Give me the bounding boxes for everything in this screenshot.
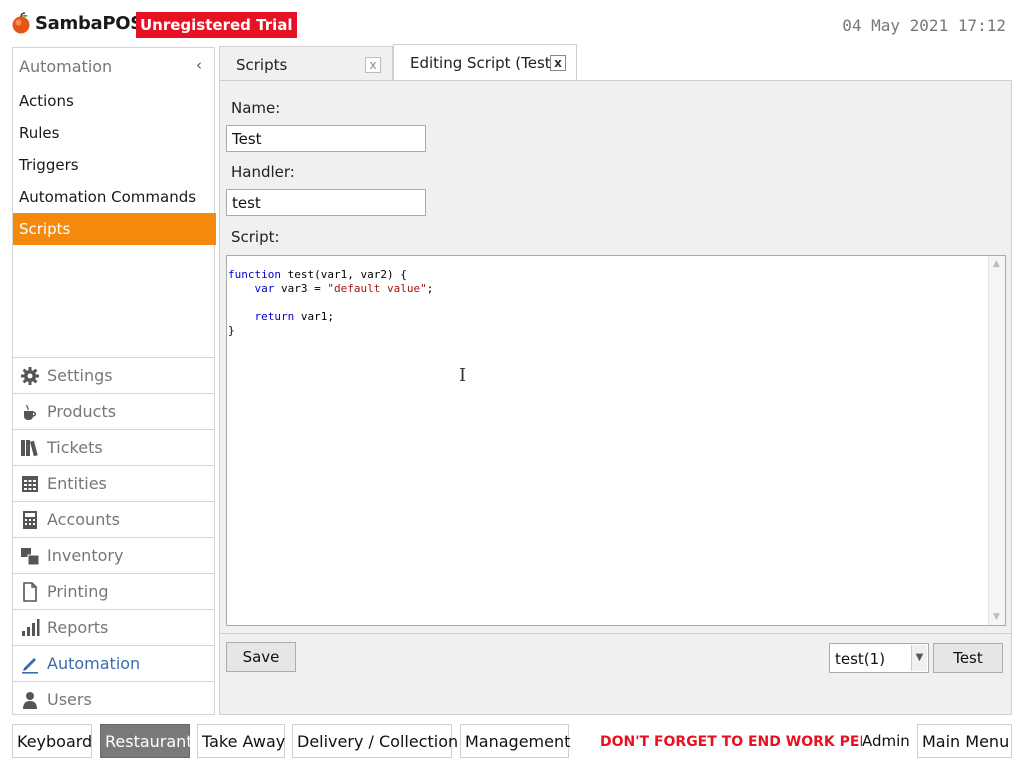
- module-products[interactable]: Products: [13, 393, 214, 429]
- test-handler-select[interactable]: test(1) ▼: [829, 643, 929, 673]
- module-settings[interactable]: Settings: [13, 357, 214, 393]
- module-label: Entities: [47, 474, 107, 493]
- sidebar: Automation ‹ Actions Rules Triggers Auto…: [12, 47, 216, 717]
- script-editor-panel: Name: Handler: Script: function test(var…: [219, 80, 1012, 715]
- bar-chart-icon: [22, 619, 40, 636]
- sidebar-header[interactable]: Automation ‹: [13, 48, 214, 84]
- script-code-editor[interactable]: function test(var1, var2) { var var3 = "…: [226, 255, 1006, 626]
- module-label: Settings: [47, 366, 113, 385]
- sidebar-item-scripts[interactable]: Scripts: [13, 213, 216, 245]
- module-reports[interactable]: Reports: [13, 609, 214, 645]
- samba-logo-icon: [12, 12, 30, 34]
- tab-label: Scripts: [236, 56, 288, 74]
- handler-label: Handler:: [231, 163, 295, 181]
- module-label: Accounts: [47, 510, 120, 529]
- restaurant-button[interactable]: Restaurant: [100, 724, 193, 758]
- code-text: var1;: [294, 310, 334, 323]
- chevron-down-icon[interactable]: ▼: [911, 645, 927, 671]
- code-keyword: var: [254, 282, 275, 295]
- calculator-icon: [23, 511, 37, 529]
- gear-icon: [21, 367, 39, 385]
- cup-icon: [24, 404, 36, 420]
- name-input[interactable]: [226, 125, 426, 152]
- sidebar-item-automation-commands[interactable]: Automation Commands: [13, 181, 216, 213]
- module-inventory[interactable]: Inventory: [13, 537, 214, 573]
- select-value: test(1): [835, 650, 886, 668]
- brand-name: SambaPOS: [35, 13, 143, 34]
- module-accounts[interactable]: Accounts: [13, 501, 214, 537]
- code-text: }: [228, 324, 235, 337]
- tab-label: Editing Script (Test): [410, 54, 557, 72]
- module-automation[interactable]: Automation: [13, 645, 214, 681]
- document-icon: [23, 582, 37, 602]
- script-label: Script:: [231, 228, 280, 246]
- module-label: Printing: [47, 582, 109, 601]
- pen-icon: [22, 658, 38, 674]
- table-icon: [22, 476, 38, 492]
- collapse-chevron-icon[interactable]: ‹: [196, 56, 202, 74]
- module-label: Tickets: [47, 438, 103, 457]
- code-text: ;: [426, 282, 434, 295]
- footer-bar: Keyboard Restaurant Take Away Delivery /…: [0, 722, 1024, 762]
- close-icon[interactable]: x: [365, 57, 381, 73]
- user-icon: [23, 692, 37, 709]
- main-menu-button[interactable]: Main Menu: [917, 724, 1012, 758]
- code-keyword: function: [228, 268, 281, 281]
- sidebar-item-rules[interactable]: Rules: [13, 117, 216, 149]
- delivery-collection-button[interactable]: Delivery / Collection: [292, 724, 458, 758]
- sidebar-item-triggers[interactable]: Triggers: [13, 149, 216, 181]
- code-keyword: return: [254, 310, 295, 323]
- close-icon[interactable]: x: [550, 55, 566, 71]
- module-entities[interactable]: Entities: [13, 465, 214, 501]
- sidebar-item-actions[interactable]: Actions: [13, 85, 216, 117]
- code-text: test(var1, var2) {: [280, 268, 407, 281]
- save-button[interactable]: Save: [226, 642, 296, 672]
- module-label: Inventory: [47, 546, 124, 565]
- module-label: Users: [47, 690, 92, 709]
- trial-badge: Unregistered Trial: [136, 12, 297, 38]
- take-away-button[interactable]: Take Away: [197, 724, 285, 758]
- current-user: Admin: [862, 732, 910, 750]
- keyboard-button[interactable]: Keyboard: [12, 724, 92, 758]
- app-header: SambaPOS Unregistered Trial 04 May 2021 …: [0, 0, 1024, 44]
- module-users[interactable]: Users: [13, 681, 214, 717]
- sidebar-title: Automation: [19, 57, 113, 76]
- module-label: Products: [47, 402, 117, 421]
- handler-input[interactable]: [226, 189, 426, 216]
- code-text: var3 =: [274, 282, 328, 295]
- code-text: function test(var1, var2) { var var3 = "…: [228, 268, 433, 338]
- scroll-down-icon[interactable]: ▼: [993, 612, 1000, 622]
- name-label: Name:: [231, 99, 281, 117]
- text-cursor-icon: I: [459, 365, 467, 386]
- sidebar-menu: Actions Rules Triggers Automation Comman…: [13, 85, 216, 245]
- clock: 04 May 2021 17:12: [842, 16, 1006, 35]
- editor-scrollbar[interactable]: ▲ ▼: [988, 256, 1005, 625]
- management-button[interactable]: Management: [460, 724, 570, 758]
- module-label: Reports: [47, 618, 109, 637]
- code-string: "default value": [327, 282, 427, 295]
- tab-scripts[interactable]: Scripts x: [219, 46, 393, 80]
- scroll-up-icon[interactable]: ▲: [993, 259, 1000, 269]
- work-period-warning: DON'T FORGET TO END WORK PERIOD: [600, 734, 862, 750]
- tab-editing-script[interactable]: Editing Script (Test) x: [393, 44, 577, 80]
- boxes-icon: [21, 548, 40, 566]
- books-icon: [21, 440, 38, 457]
- test-button[interactable]: Test: [933, 643, 1003, 673]
- module-label: Automation: [47, 654, 141, 673]
- divider: [220, 633, 1011, 634]
- module-tickets[interactable]: Tickets: [13, 429, 214, 465]
- module-list: Settings Products Tickets Entities Accou…: [13, 357, 214, 717]
- module-printing[interactable]: Printing: [13, 573, 214, 609]
